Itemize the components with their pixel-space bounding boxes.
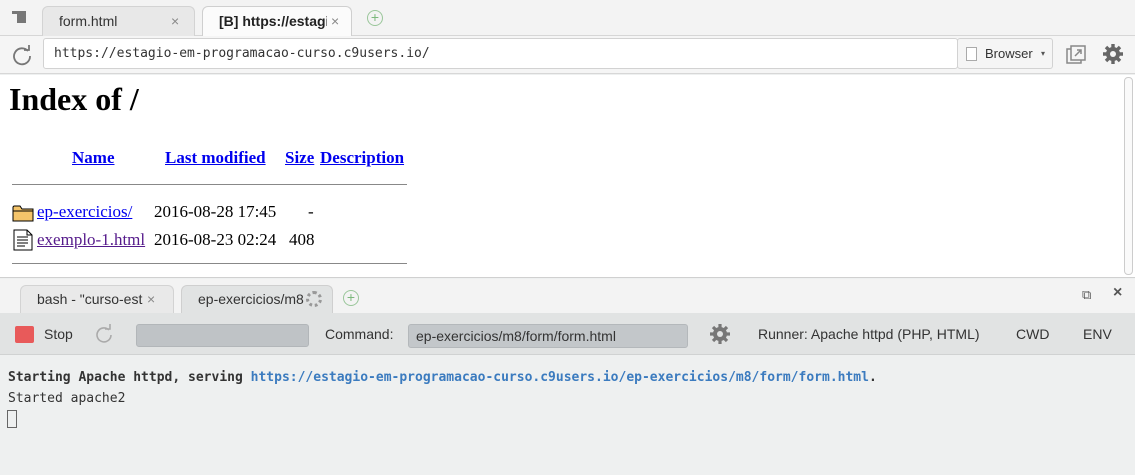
tab-label: ep-exercicios/m8 (198, 291, 304, 307)
tab-bash-terminal[interactable]: bash - "curso-est × (20, 285, 174, 313)
runner-toolbar: Stop Command: ep-exercicios/m8/form/form… (0, 313, 1135, 355)
browser-mode-dropdown[interactable]: Browser ▾ (957, 38, 1053, 69)
column-header-description[interactable]: Description (320, 148, 404, 168)
column-header-last-modified[interactable]: Last modified (165, 148, 266, 168)
entry-size: 408 (289, 230, 315, 249)
column-header-name[interactable]: Name (72, 148, 114, 168)
editor-tab-bar: form.html × [B] https://estagio × + (0, 0, 1135, 36)
close-icon[interactable]: × (331, 7, 339, 35)
stop-button[interactable]: Stop (44, 326, 73, 342)
add-tab-icon[interactable]: + (367, 10, 383, 26)
file-icon (13, 229, 33, 251)
restart-icon[interactable] (94, 324, 114, 344)
table-row: ep-exercicios/ 2016-08-28 17:45 - (12, 199, 392, 225)
page-title: Index of / (9, 81, 139, 117)
terminal-cursor (7, 410, 17, 428)
tab-label: bash - "curso-est (37, 291, 143, 307)
entry-size: - (308, 202, 314, 221)
loading-spinner-icon (306, 291, 322, 307)
tabs-menu-icon[interactable] (12, 11, 26, 23)
output-line: Starting Apache httpd, serving https://e… (8, 370, 877, 385)
reload-icon[interactable] (11, 44, 33, 66)
document-icon (966, 47, 977, 61)
env-button[interactable]: ENV (1083, 326, 1112, 342)
column-header-size[interactable]: Size (285, 148, 314, 168)
close-icon[interactable]: × (147, 286, 155, 312)
runner-output[interactable]: Starting Apache httpd, serving https://e… (0, 356, 1135, 475)
entry-link[interactable]: ep-exercicios/ (37, 202, 132, 222)
folder-icon (12, 205, 34, 222)
gear-icon[interactable] (709, 323, 731, 345)
chevron-down-icon: ▾ (1040, 49, 1045, 58)
output-text: Starting Apache httpd, serving (8, 370, 251, 385)
output-link[interactable]: https://estagio-em-programacao-curso.c9u… (251, 370, 869, 385)
browser-mode-label: Browser (985, 46, 1033, 61)
entry-link[interactable]: exemplo-1.html (37, 230, 145, 250)
divider (12, 263, 407, 264)
tab-browser-preview[interactable]: [B] https://estagio × (202, 6, 352, 36)
tab-label: form.html (59, 13, 118, 29)
scrollbar[interactable] (1124, 77, 1133, 275)
table-row: exemplo-1.html 2016-08-23 02:24 408 (12, 227, 392, 253)
close-icon[interactable]: × (171, 7, 179, 35)
gear-icon[interactable] (1102, 43, 1124, 65)
tab-form-html[interactable]: form.html × (42, 6, 195, 36)
add-tab-icon[interactable]: + (343, 290, 359, 306)
close-panel-icon[interactable]: × (1113, 284, 1122, 302)
tab-label: [B] https://estagio (219, 13, 327, 29)
browser-toolbar: https://estagio-em-programacao-curso.c9u… (0, 36, 1135, 74)
divider (12, 184, 407, 185)
runner-selector[interactable]: Runner: Apache httpd (PHP, HTML) (758, 326, 980, 342)
bottom-panel-tab-bar: bash - "curso-est × ep-exercicios/m8 + ⧉… (0, 279, 1135, 313)
command-input[interactable]: ep-exercicios/m8/form/form.html (408, 324, 688, 348)
stop-icon[interactable] (15, 326, 34, 343)
entry-modified: 2016-08-28 17:45 (154, 202, 277, 221)
popout-icon[interactable] (1066, 45, 1086, 65)
cwd-button[interactable]: CWD (1016, 326, 1049, 342)
run-progress-bar (136, 324, 309, 347)
browser-page: Index of / Name Last modified Size Descr… (0, 75, 1135, 278)
url-input[interactable]: https://estagio-em-programacao-curso.c9u… (43, 38, 958, 69)
output-line: Started apache2 (8, 391, 126, 406)
output-text: . (868, 370, 877, 385)
entry-modified: 2016-08-23 02:24 (154, 230, 277, 249)
command-label: Command: (325, 326, 394, 342)
restore-icon[interactable]: ⧉ (1082, 287, 1091, 303)
